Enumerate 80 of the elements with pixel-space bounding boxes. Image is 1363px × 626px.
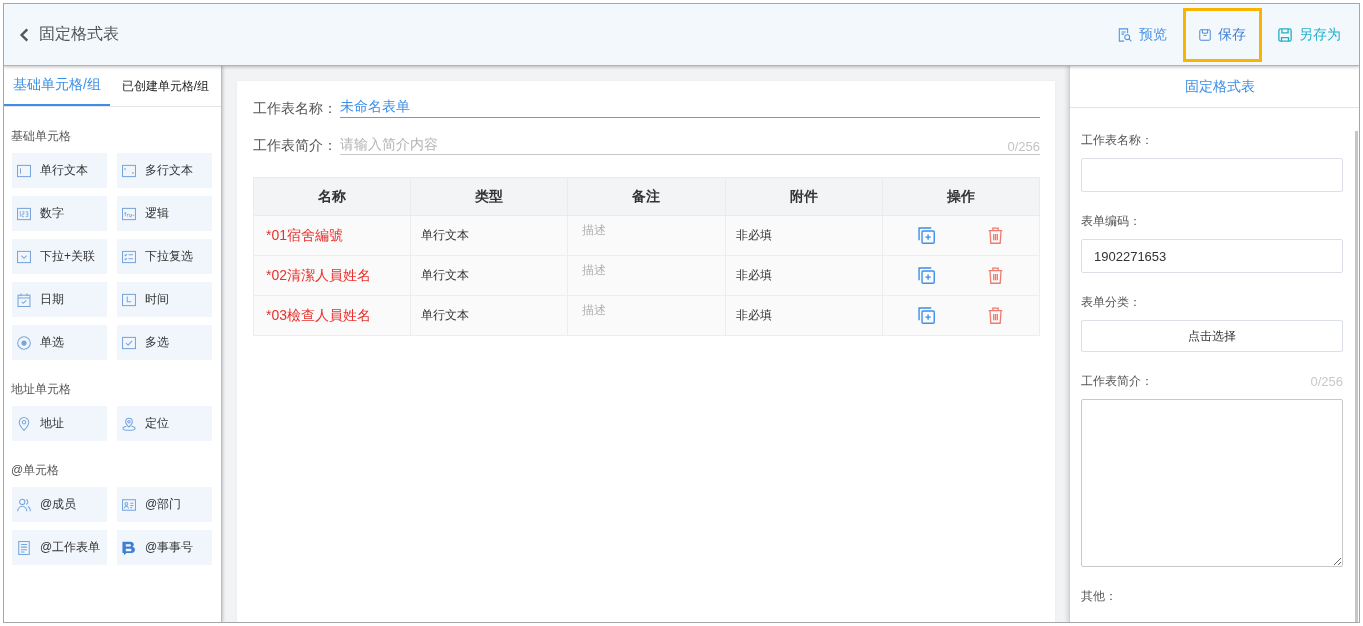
text-input[interactable]: 1902271653 (1081, 239, 1343, 273)
column-header: 操作 (882, 177, 1040, 216)
scrollbar[interactable] (1355, 131, 1358, 622)
field-label: 表单分类： (1081, 293, 1141, 311)
copy-add-icon[interactable] (918, 227, 936, 244)
cell-type-item[interactable]: 多选 (117, 325, 212, 360)
floppy-disk-icon (1278, 27, 1292, 42)
trash-icon[interactable] (988, 227, 1004, 244)
cell-type-item[interactable]: 多行文本 (117, 153, 212, 188)
document-search-icon (1118, 27, 1132, 42)
note-field[interactable]: 描述 (568, 296, 725, 335)
cell-type-item[interactable]: 下拉+关联 (12, 239, 107, 274)
table-cell: 非必填 (725, 215, 883, 256)
calendar-icon (17, 292, 31, 307)
dropdown-icon (17, 249, 31, 264)
people-icon (17, 497, 31, 512)
column-header: 类型 (410, 177, 568, 216)
clock-box-icon (122, 292, 136, 307)
logo-icon (122, 540, 136, 555)
section-heading: 其他： (1081, 587, 1117, 605)
cell-type-item[interactable]: 单选 (12, 325, 107, 360)
cell-type-item[interactable]: 下拉复选 (117, 239, 212, 274)
char-counter: 0/256 (1007, 133, 1040, 155)
field-label: 工作表简介： (1081, 372, 1153, 390)
cell-type-item[interactable]: @部门 (117, 487, 212, 522)
text-area-icon (122, 163, 136, 178)
checklist-icon (122, 249, 136, 264)
trash-icon[interactable] (988, 307, 1004, 324)
cell-type-item[interactable]: @成员 (12, 487, 107, 522)
table-cell: 单行文本 (410, 215, 568, 256)
field-label: 表单编码： (1081, 212, 1141, 230)
table-cell: *03檢查人員姓名 (253, 295, 411, 336)
text-field-icon (17, 163, 31, 178)
note-field[interactable]: 描述 (568, 256, 725, 295)
cell-type-item[interactable]: @工作表单 (12, 530, 107, 565)
table-cell: 单行文本 (410, 295, 568, 336)
sidebar-tab[interactable]: 基础单元格/组 (4, 66, 110, 106)
column-header: 附件 (725, 177, 883, 216)
intro-input[interactable]: 请输入简介内容 (340, 133, 1008, 155)
field-label: 工作表名称： (1081, 131, 1153, 149)
cell-type-item[interactable]: 数字 (12, 196, 107, 231)
table-cell: *01宿舍編號 (253, 215, 411, 256)
table-cell: 单行文本 (410, 255, 568, 296)
column-header: 名称 (253, 177, 411, 216)
cell-type-item[interactable]: 地址 (12, 406, 107, 441)
document-icon (17, 540, 31, 555)
location-pin-icon (122, 416, 136, 431)
note-field[interactable]: 描述 (568, 216, 725, 255)
table-cell: 非必填 (725, 295, 883, 336)
chevron-left-icon[interactable] (19, 27, 29, 42)
cell-type-item[interactable]: 逻辑 (117, 196, 212, 231)
sidebar-tab[interactable]: 已创建单元格/组 (110, 66, 221, 106)
text-input[interactable] (1081, 158, 1343, 192)
panel-title: 固定格式表 (1070, 66, 1359, 108)
radio-icon (17, 335, 31, 350)
trash-icon[interactable] (988, 267, 1004, 284)
copy-add-icon[interactable] (918, 307, 936, 324)
cell-type-item[interactable]: 单行文本 (12, 153, 107, 188)
cell-type-item[interactable]: @事事号 (117, 530, 212, 565)
select-button[interactable]: 点击选择 (1081, 320, 1343, 352)
cell-type-item[interactable]: 日期 (12, 282, 107, 317)
checkbox-icon (122, 335, 136, 350)
table-cell: *02清潔人員姓名 (253, 255, 411, 296)
table-cell: 非必填 (725, 255, 883, 296)
page-title: 固定格式表 (39, 24, 119, 44)
name-input[interactable]: 未命名表单 (340, 96, 1040, 118)
map-pin-icon (17, 416, 31, 431)
column-header: 备注 (567, 177, 726, 216)
section-heading: 基础单元格 (10, 128, 72, 145)
field-label: 工作表名称： (253, 99, 338, 118)
section-heading: @单元格 (10, 462, 61, 479)
boolean-box-icon (122, 206, 136, 221)
section-heading: 地址单元格 (10, 381, 72, 398)
cell-type-item[interactable]: 定位 (117, 406, 212, 441)
copy-add-icon[interactable] (918, 267, 936, 284)
id-card-icon (122, 497, 136, 512)
save-button[interactable]: 保存 (1183, 7, 1262, 62)
cell-type-item[interactable]: 时间 (117, 282, 212, 317)
number-box-icon (17, 206, 31, 221)
field-label: 工作表简介： (253, 136, 338, 155)
